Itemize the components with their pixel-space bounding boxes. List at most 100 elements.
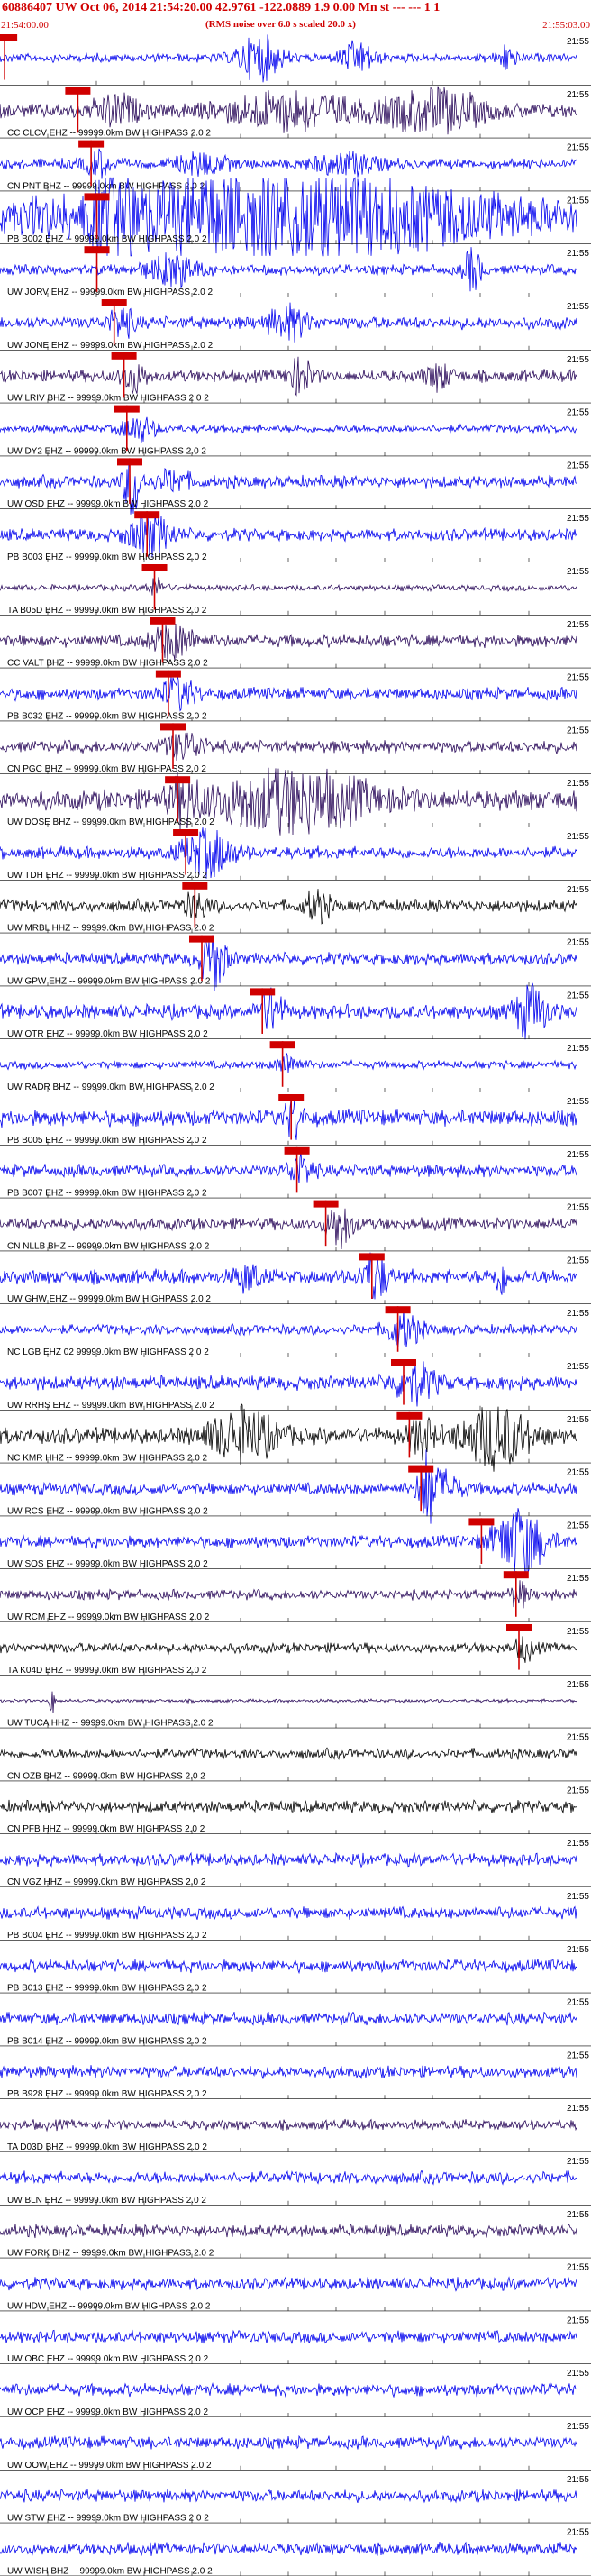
station-label: PB B005 EHZ -- 99999.0km BW HIGHPASS 2.0…	[7, 1136, 207, 1146]
trace-37: 21:55 PB B014 EHZ -- 99999.0km BW HIGHPAS…	[0, 1998, 591, 2046]
time-edge-label: 21:55	[567, 1468, 589, 1478]
trace-11: 21:55 CC VALT BHZ -- 99999.0km BW HIGHPAS…	[0, 617, 591, 669]
trace-47: 21:55 UW WISH BHZ -- 99999.0km BW HIGHPAS…	[0, 2528, 591, 2576]
trace-0: 21:55	[0, 34, 591, 86]
waveform	[0, 1691, 577, 1713]
station-label: UW TDH EHZ -- 99999.0km BW HIGHPASS 2.0 …	[7, 871, 207, 881]
start-time: 21:54:00.00	[1, 20, 49, 31]
station-label: UW DOSE BHZ -- 99999.0km BW HIGHPASS 2.0…	[7, 818, 214, 827]
time-edge-label: 21:55	[567, 2369, 589, 2379]
station-label: TA D03D BHZ -- 99999.0km BW HIGHPASS 2.0…	[7, 2142, 207, 2152]
time-edge-label: 21:55	[567, 1574, 589, 1584]
waveform	[0, 1053, 577, 1073]
plot-header: 60886407 UW Oct 06, 2014 21:54:20.00 42.…	[0, 0, 591, 32]
station-label: UW HDW EHZ -- 99999.0km BW HIGHPASS 2.0 …	[7, 2301, 211, 2311]
waveform	[0, 1096, 577, 1140]
time-edge-label: 21:55	[567, 302, 589, 312]
time-edge-label: 21:55	[567, 1733, 589, 1743]
trace-17: 21:55 UW GPW EHZ -- 99999.0km BW HIGHPASS…	[0, 935, 591, 991]
time-edge-label: 21:55	[567, 1256, 589, 1265]
seismogram-traces: 21:55 21:55 CC CLCV EHZ -- 99999.0km BW HI…	[0, 34, 591, 2576]
trace-13: 21:55 CN PGC BHZ -- 99999.0km BW HIGHPASS…	[0, 723, 591, 774]
waveform	[0, 247, 577, 292]
station-label: UW BLN EHZ -- 99999.0km BW HIGHPASS 2.0 …	[7, 2196, 206, 2206]
waveform	[0, 675, 577, 712]
station-label: CN PFB HHZ -- 99999.0km BW HIGHPASS 2.0 …	[7, 1824, 205, 1834]
station-label: UW OTR EHZ -- 99999.0km BW HIGHPASS 2.0 …	[7, 1029, 208, 1039]
time-edge-label: 21:55	[567, 1203, 589, 1213]
station-label: UW DY2 EHZ -- 99999.0km BW HIGHPASS 2.0 …	[7, 446, 206, 456]
trace-38: 21:55 PB B928 EHZ -- 99999.0km BW HIGHPAS…	[0, 2051, 591, 2099]
time-edge-label: 21:55	[567, 355, 589, 365]
time-edge-label: 21:55	[567, 1097, 589, 1107]
station-label: CN OZB BHZ -- 99999.0km BW HIGHPASS 2.0 …	[7, 1771, 205, 1781]
trace-26: 21:55 NC KMR HHZ -- 99999.0km BW HIGHPASS…	[0, 1402, 591, 1472]
station-label: PB B004 EHZ -- 99999.0km BW HIGHPASS 2.0…	[7, 1931, 207, 1941]
waveform	[0, 889, 577, 925]
trace-41: 21:55 UW FORK BHZ -- 99999.0km BW HIGHPAS…	[0, 2210, 591, 2259]
time-edge-label: 21:55	[567, 37, 589, 47]
trace-30: 21:55 TA K04D BHZ -- 99999.0km BW HIGHPAS…	[0, 1624, 591, 1676]
trace-24: 21:55 NC LGB EHZ 02 99999.0km BW HIGHPASS…	[0, 1306, 591, 1357]
trace-19: 21:55 UW RADR BHZ -- 99999.0km BW HIGHPAS…	[0, 1041, 591, 1092]
station-label: UW GHW EHZ -- 99999.0km BW HIGHPASS 2.0 …	[7, 1294, 211, 1304]
time-edge-label: 21:55	[567, 620, 589, 630]
trace-14: 21:55 UW DOSE BHZ -- 99999.0km BW HIGHPAS…	[0, 767, 591, 836]
station-label: TA K04D BHZ -- 99999.0km BW HIGHPASS 2.0…	[7, 1666, 207, 1676]
time-edge-label: 21:55	[567, 514, 589, 524]
station-label: UW LRIV BHZ -- 99999.0km BW HIGHPASS 2.0…	[7, 394, 209, 404]
rms-note: (RMS noise over 6.0 s scaled 20.0 x)	[205, 19, 356, 30]
station-label: PB B002 EHZ -- 99999.0km BW HIGHPASS 2.0…	[7, 234, 207, 244]
station-label: CC CLCV EHZ -- 99999.0km BW HIGHPASS 2.0…	[7, 129, 211, 139]
station-label: PB B003 EHZ -- 99999.0km BW HIGHPASS 2.0…	[7, 553, 207, 562]
trace-12: 21:55 PB B032 EHZ -- 99999.0km BW HIGHPAS…	[0, 670, 591, 721]
trace-16: 21:55 UW MRBL HHZ -- 99999.0km BW HIGHPAS…	[0, 882, 591, 934]
waveform	[0, 1958, 577, 1975]
station-label: UW SOS EHZ -- 99999.0km BW HIGHPASS 2.0 …	[7, 1559, 208, 1569]
waveform	[0, 356, 577, 397]
time-edge-label: 21:55	[567, 1627, 589, 1637]
time-edge-label: 21:55	[567, 938, 589, 948]
station-label: UW OOW EHZ -- 99999.0km BW HIGHPASS 2.0 …	[7, 2461, 212, 2471]
trace-18: 21:55 UW OTR EHZ -- 99999.0km BW HIGHPASS…	[0, 982, 591, 1040]
trace-7: 21:55 UW DY2 EHZ -- 99999.0km BW HIGHPASS…	[0, 405, 591, 456]
time-edge-label: 21:55	[567, 1415, 589, 1425]
trace-36: 21:55 PB B013 EHZ -- 99999.0km BW HIGHPAS…	[0, 1945, 591, 1994]
time-edge-label: 21:55	[567, 2051, 589, 2060]
time-edge-label: 21:55	[567, 1044, 589, 1054]
waveform	[0, 2329, 577, 2344]
waveform	[0, 302, 577, 343]
time-edge-label: 21:55	[567, 779, 589, 789]
trace-8: 21:55 UW OSD EHZ -- 99999.0km BW HIGHPASS…	[0, 458, 591, 515]
trace-15: 21:55 UW TDH EHZ -- 99999.0km BW HIGHPASS…	[0, 827, 591, 881]
time-edge-label: 21:55	[567, 1839, 589, 1849]
time-edge-label: 21:55	[567, 196, 589, 206]
station-label: UW OSD EHZ -- 99999.0km BW HIGHPASS 2.0 …	[7, 499, 209, 509]
time-edge-label: 21:55	[567, 2422, 589, 2432]
time-edge-label: 21:55	[567, 90, 589, 100]
waveform	[0, 2223, 577, 2239]
station-label: UW WISH BHZ -- 99999.0km BW HIGHPASS 2.0…	[7, 2566, 213, 2576]
time-edge-label: 21:55	[567, 2263, 589, 2273]
time-edge-label: 21:55	[567, 2210, 589, 2220]
trace-33: 21:55 CN PFB HHZ -- 99999.0km BW HIGHPASS…	[0, 1786, 591, 1834]
waveform	[0, 2170, 577, 2186]
waveform	[0, 2118, 577, 2133]
waveform	[0, 1151, 577, 1184]
station-label: UW STW EHZ -- 99999.0km BW HIGHPASS 2.0 …	[7, 2514, 209, 2524]
waveform	[0, 1799, 577, 1814]
trace-42: 21:55 UW HDW EHZ -- 99999.0km BW HIGHPASS…	[0, 2263, 591, 2311]
time-edge-label: 21:55	[567, 567, 589, 577]
waveform	[0, 623, 577, 662]
waveform	[0, 512, 577, 558]
waveform	[0, 2541, 577, 2556]
pick-box	[0, 34, 18, 41]
trace-44: 21:55 UW OCP EHZ -- 99999.0km BW HIGHPASS…	[0, 2369, 591, 2417]
waveform	[0, 577, 577, 596]
waveform	[0, 2011, 577, 2026]
station-label: UW FORK BHZ -- 99999.0km BW HIGHPASS 2.0…	[7, 2249, 214, 2259]
waveform	[0, 1747, 577, 1760]
time-edge-label: 21:55	[567, 143, 589, 153]
trace-5: 21:55 UW JONE EHZ -- 99999.0km BW HIGHPAS…	[0, 299, 591, 351]
station-label: TA B05D BHZ -- 99999.0km BW HIGHPASS 2.0…	[7, 606, 207, 616]
